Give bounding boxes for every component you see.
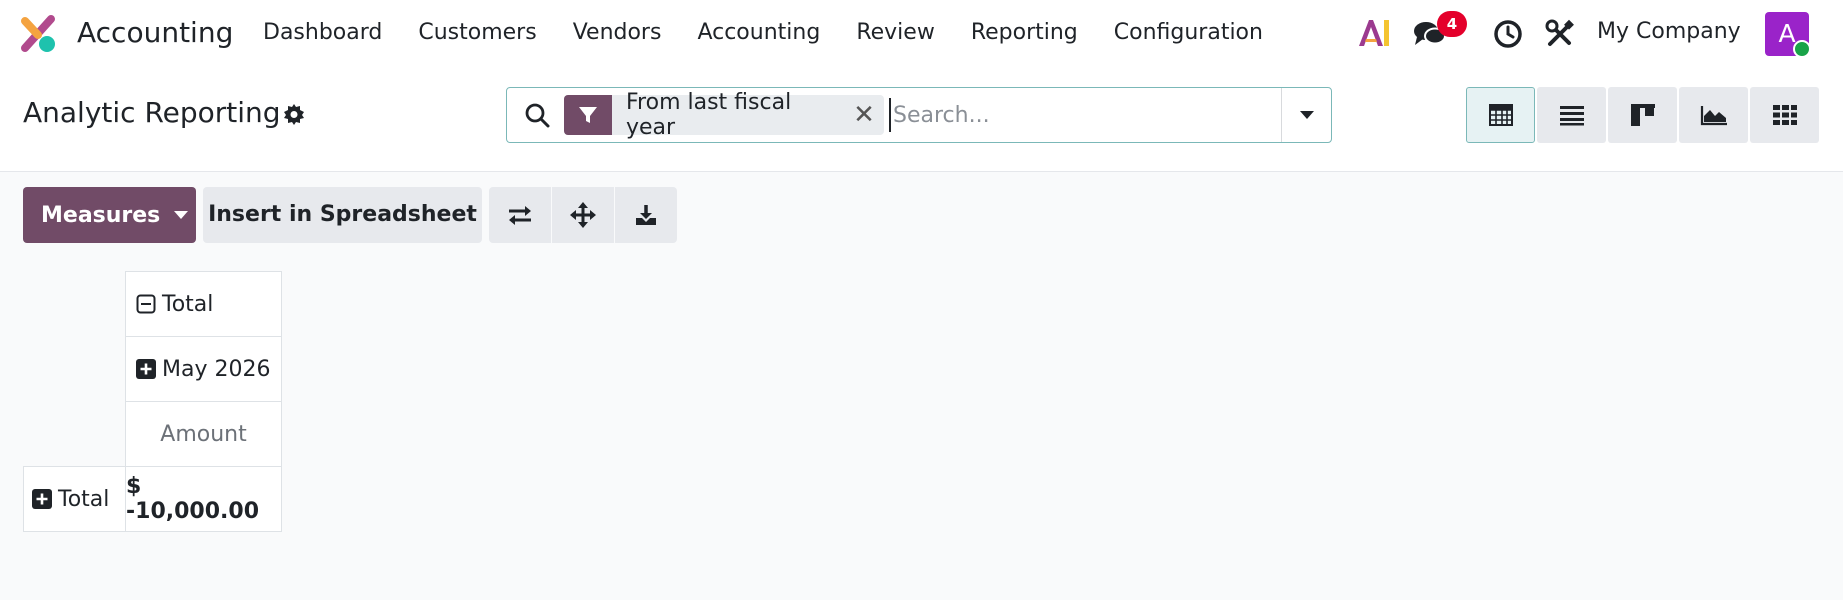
menu-customers[interactable]: Customers bbox=[400, 0, 554, 66]
menu-accounting[interactable]: Accounting bbox=[679, 0, 838, 66]
view-switcher bbox=[1466, 87, 1821, 143]
app-name[interactable]: Accounting bbox=[77, 16, 233, 49]
tools-icon[interactable] bbox=[1545, 19, 1575, 49]
column-header-total[interactable]: Total bbox=[125, 271, 282, 337]
collapse-icon bbox=[136, 294, 156, 314]
menu-vendors[interactable]: Vendors bbox=[555, 0, 680, 66]
measures-label: Measures bbox=[41, 202, 161, 228]
swap-arrows-icon bbox=[509, 206, 531, 225]
expand-icon bbox=[136, 359, 156, 379]
close-icon[interactable]: ✕ bbox=[844, 100, 884, 130]
view-grid-button[interactable] bbox=[1750, 87, 1819, 143]
search-icon[interactable] bbox=[524, 102, 550, 128]
facet-label: From last fiscal year bbox=[626, 90, 792, 140]
expand-all-button[interactable] bbox=[552, 187, 614, 243]
download-button[interactable] bbox=[615, 187, 677, 243]
measures-button[interactable]: Measures bbox=[23, 187, 196, 243]
chat-badge: 4 bbox=[1437, 11, 1467, 37]
grid-icon bbox=[1772, 105, 1797, 125]
clock-icon[interactable] bbox=[1493, 19, 1523, 49]
total-amount-cell[interactable]: $ -10,000.00 bbox=[125, 466, 282, 532]
list-icon bbox=[1559, 106, 1584, 126]
search-input[interactable] bbox=[889, 98, 1279, 132]
ai-icon[interactable] bbox=[1357, 18, 1391, 48]
view-pivot-button[interactable] bbox=[1466, 87, 1535, 143]
row-header-total-label: Total bbox=[58, 486, 110, 512]
pivot-icon bbox=[1488, 104, 1513, 126]
page-title: Analytic Reporting bbox=[23, 96, 281, 129]
insert-spreadsheet-button[interactable]: Insert in Spreadsheet bbox=[203, 187, 482, 243]
view-kanban-button[interactable] bbox=[1608, 87, 1677, 143]
pivot-tools bbox=[489, 187, 678, 243]
view-graph-button[interactable] bbox=[1679, 87, 1748, 143]
column-header-total-label: Total bbox=[162, 291, 214, 317]
row-header-total[interactable]: Total bbox=[23, 466, 126, 532]
presence-status-icon bbox=[1793, 40, 1811, 58]
company-switcher[interactable]: My Company bbox=[1597, 19, 1741, 44]
flip-axis-button[interactable] bbox=[489, 187, 551, 243]
move-arrows-icon bbox=[570, 202, 596, 228]
download-icon bbox=[636, 205, 656, 225]
search-bar: From last fiscal year ✕ bbox=[506, 87, 1332, 143]
filter-icon bbox=[564, 95, 612, 135]
main-menu: Dashboard Customers Vendors Accounting R… bbox=[245, 0, 1281, 66]
menu-dashboard[interactable]: Dashboard bbox=[245, 0, 400, 66]
search-options-toggle[interactable] bbox=[1281, 88, 1331, 142]
caret-down-icon bbox=[174, 211, 189, 219]
menu-configuration[interactable]: Configuration bbox=[1096, 0, 1281, 66]
top-navbar: Accounting Dashboard Customers Vendors A… bbox=[0, 0, 1843, 66]
menu-review[interactable]: Review bbox=[838, 0, 953, 66]
menu-reporting[interactable]: Reporting bbox=[953, 0, 1096, 66]
view-list-button[interactable] bbox=[1537, 87, 1606, 143]
chevron-down-icon bbox=[1299, 111, 1314, 119]
accounting-logo-icon[interactable] bbox=[21, 15, 61, 53]
kanban-icon bbox=[1630, 104, 1655, 126]
gear-icon[interactable] bbox=[283, 103, 305, 125]
expand-icon bbox=[32, 489, 52, 509]
column-header-may-2026[interactable]: May 2026 bbox=[125, 336, 282, 402]
column-header-may-2026-label: May 2026 bbox=[162, 356, 271, 382]
control-panel: Analytic Reporting From last fiscal year… bbox=[0, 66, 1843, 172]
filter-facet: From last fiscal year ✕ bbox=[564, 90, 884, 140]
measure-header-amount[interactable]: Amount bbox=[125, 401, 282, 467]
area-chart-icon bbox=[1700, 106, 1727, 126]
